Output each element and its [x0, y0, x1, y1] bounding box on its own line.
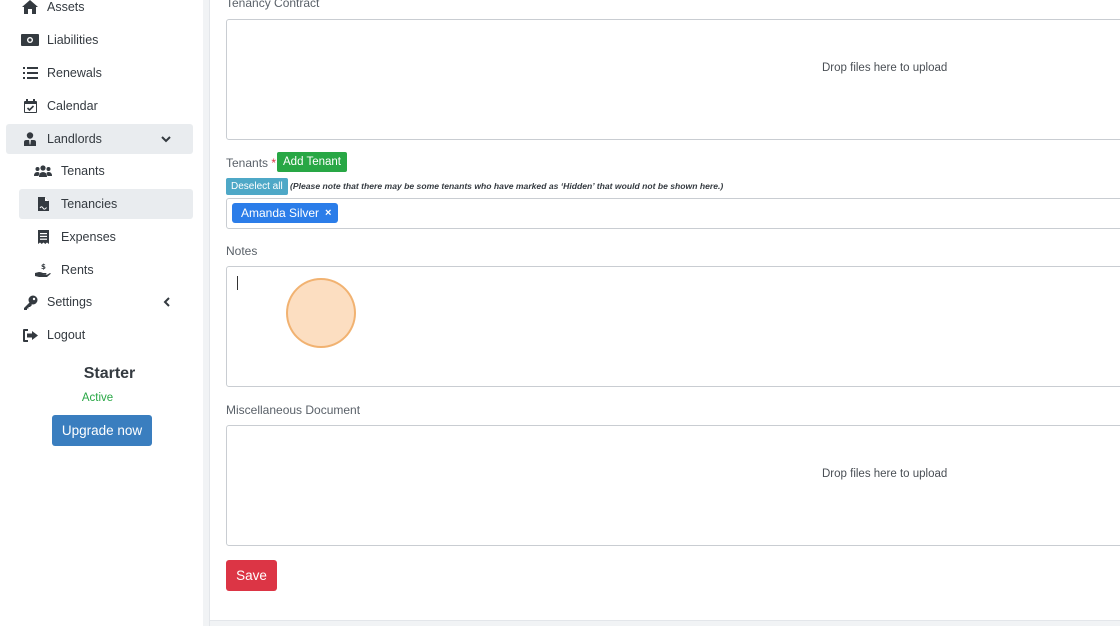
selected-tenant-tag: Amanda Silver ×	[232, 203, 339, 223]
sidebar-item-renewals[interactable]: Renewals	[6, 58, 193, 88]
tenants-select-input[interactable]: Amanda Silver ×	[226, 198, 1120, 229]
sidebar-item-tenancies[interactable]: Tenancies	[19, 189, 193, 219]
sidebar-item-label: Calendar	[47, 99, 98, 113]
key-icon	[21, 294, 39, 310]
sidebar-item-label: Liabilities	[47, 33, 99, 47]
sidebar-item-liabilities[interactable]: Liabilities	[6, 25, 193, 55]
tenants-hidden-note: (Please note that there may be some tena…	[290, 181, 724, 191]
file-contract-icon	[34, 196, 52, 212]
sidebar: Assets Liabilities Renewals Calendar Lan…	[0, 0, 203, 626]
upgrade-button[interactable]: Upgrade now	[52, 415, 152, 446]
sidebar-item-rents[interactable]: $ Rents	[19, 255, 193, 285]
sidebar-item-tenants[interactable]: Tenants	[19, 156, 193, 186]
click-indicator	[286, 278, 356, 348]
required-mark: *	[271, 156, 277, 170]
tenants-label: Tenants *	[226, 156, 276, 170]
sidebar-item-label: Expenses	[61, 230, 116, 244]
add-tenant-button[interactable]: Add Tenant	[277, 152, 347, 172]
dropzone-text: Drop files here to upload	[822, 62, 948, 74]
sidebar-item-label: Tenants	[61, 164, 105, 178]
deselect-all-button[interactable]: Deselect all	[226, 178, 288, 195]
sidebar-item-calendar[interactable]: Calendar	[6, 91, 193, 121]
sidebar-item-label: Rents	[61, 263, 94, 277]
calendar-check-icon	[21, 98, 39, 114]
home-icon	[21, 0, 39, 15]
remove-tag-icon[interactable]: ×	[325, 207, 331, 219]
save-button[interactable]: Save	[226, 560, 277, 591]
users-icon	[34, 163, 52, 179]
notes-textarea[interactable]	[226, 266, 1120, 387]
sidebar-item-label: Renewals	[47, 66, 102, 80]
sidebar-item-label: Landlords	[47, 132, 102, 146]
money-bill-icon	[21, 32, 39, 48]
tenants-label-text: Tenants	[226, 156, 269, 170]
plan-status-badge: Active	[81, 392, 114, 404]
chevron-left-icon	[159, 295, 173, 309]
tenancy-contract-label: Tenancy Contract	[226, 0, 320, 10]
text-caret	[237, 276, 238, 290]
sidebar-item-label: Settings	[47, 295, 93, 309]
sidebar-item-landlords[interactable]: Landlords	[6, 124, 193, 154]
sidebar-item-label: Logout	[47, 328, 86, 342]
notes-label: Notes	[226, 244, 258, 258]
sidebar-divider	[203, 0, 210, 626]
sidebar-item-settings[interactable]: Settings	[6, 287, 193, 317]
svg-text:$: $	[41, 263, 46, 271]
chevron-down-icon	[159, 132, 173, 146]
misc-document-dropzone[interactable]: Drop files here to upload	[226, 425, 1120, 546]
sidebar-item-label: Assets	[47, 0, 85, 14]
plan-name: Starter	[83, 365, 136, 382]
sidebar-item-expenses[interactable]: Expenses	[19, 222, 193, 252]
user-tie-icon	[21, 131, 39, 147]
list-icon	[21, 65, 39, 81]
receipt-icon	[34, 229, 52, 245]
sign-out-icon	[21, 327, 39, 343]
tag-label: Amanda Silver	[241, 206, 320, 220]
misc-document-label: Miscellaneous Document	[226, 403, 361, 417]
sidebar-item-logout[interactable]: Logout	[6, 320, 193, 350]
tenancy-contract-dropzone[interactable]: Drop files here to upload	[226, 19, 1120, 140]
hand-holding-usd-icon: $	[34, 262, 52, 278]
sidebar-item-assets[interactable]: Assets	[6, 0, 193, 22]
sidebar-item-label: Tenancies	[61, 197, 118, 211]
content-bottom-edge	[210, 620, 1120, 626]
dropzone-text: Drop files here to upload	[822, 468, 948, 480]
